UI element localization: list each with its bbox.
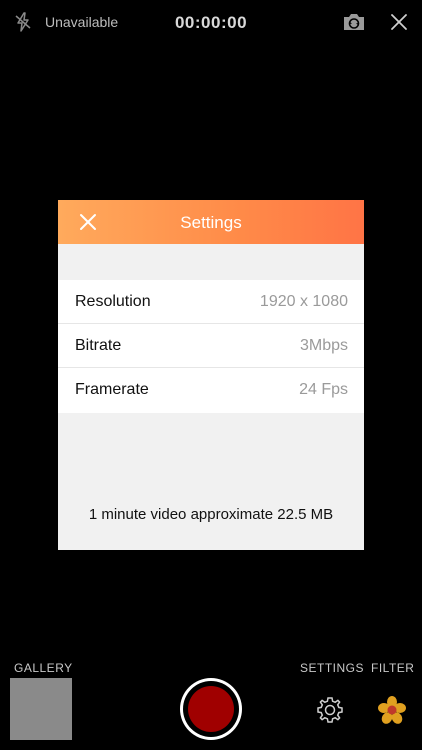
settings-dialog-header: Settings bbox=[58, 200, 364, 244]
settings-list: Resolution 1920 x 1080 Bitrate 3Mbps Fra… bbox=[58, 280, 364, 413]
close-icon[interactable] bbox=[389, 12, 409, 32]
record-indicator bbox=[188, 686, 234, 732]
row-value: 24 Fps bbox=[299, 381, 348, 398]
filter-label: FILTER bbox=[371, 661, 415, 675]
settings-label: SETTINGS bbox=[300, 661, 365, 675]
row-label: Resolution bbox=[75, 293, 151, 310]
camera-switch-icon[interactable] bbox=[341, 10, 367, 34]
row-label: Bitrate bbox=[75, 337, 122, 354]
row-value: 1920 x 1080 bbox=[259, 293, 348, 310]
size-estimate-text: 1 minute video approximate 22.5 MB bbox=[88, 506, 334, 523]
row-label: Framerate bbox=[75, 381, 149, 398]
settings-row-bitrate[interactable]: Bitrate 3Mbps bbox=[58, 324, 364, 368]
top-bar: Unavailable 00:00:00 bbox=[0, 0, 422, 46]
settings-row-resolution[interactable]: Resolution 1920 x 1080 bbox=[58, 280, 364, 324]
gear-icon[interactable] bbox=[315, 695, 345, 725]
gallery-label: GALLERY bbox=[14, 661, 73, 675]
settings-row-framerate[interactable]: Framerate 24 Fps bbox=[58, 368, 364, 413]
flower-icon[interactable] bbox=[377, 695, 407, 725]
gallery-thumbnail[interactable] bbox=[10, 678, 72, 740]
settings-dialog: Settings Resolution 1920 x 1080 Bitrate … bbox=[58, 200, 364, 550]
row-value: 3Mbps bbox=[299, 337, 348, 354]
dialog-title: Settings bbox=[180, 213, 242, 232]
record-button[interactable] bbox=[180, 678, 242, 740]
